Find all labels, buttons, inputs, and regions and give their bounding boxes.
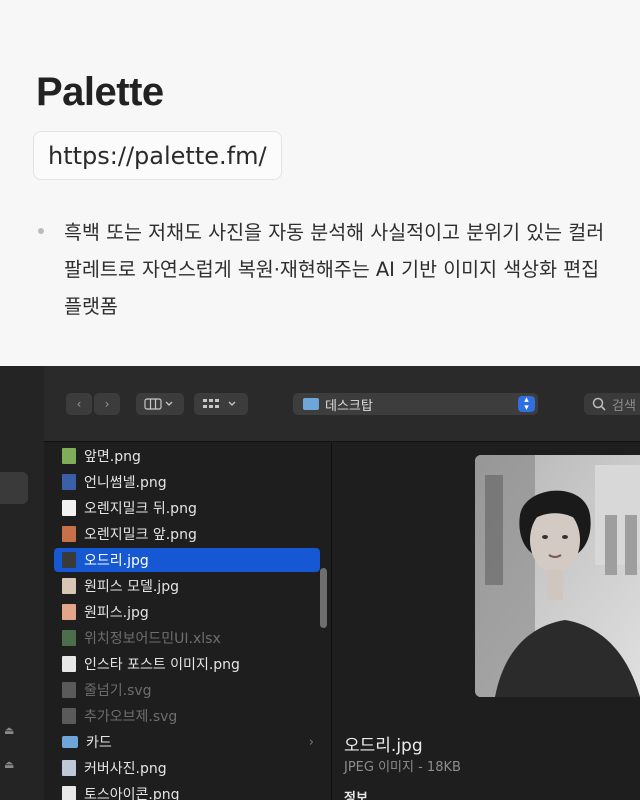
- chevron-right-icon: ›: [104, 397, 110, 411]
- file-row[interactable]: 원피스.jpg: [54, 600, 320, 624]
- preview-info-heading: 정보: [344, 791, 368, 800]
- bullet-icon: [38, 228, 44, 234]
- file-thumbnail-icon: [62, 500, 76, 516]
- file-row[interactable]: 위치정보어드민UI.xlsx: [54, 626, 320, 650]
- file-name: 줄넘기.svg: [84, 683, 152, 699]
- description-bullet: 흑백 또는 저채도 사진을 자동 분석해 사실적이고 분위기 있는 컬러 팔레트…: [38, 214, 608, 325]
- file-row[interactable]: 추가오브제.svg: [54, 704, 320, 728]
- file-thumbnail-icon: [62, 448, 76, 464]
- file-thumbnail-icon: [62, 682, 76, 698]
- file-thumbnail-icon: [62, 708, 76, 724]
- forward-button[interactable]: ›: [94, 393, 120, 415]
- stepper-icon: ▴ ▾: [518, 396, 535, 413]
- page-title: Palette: [36, 70, 164, 114]
- sidebar-selected-item[interactable]: [0, 472, 28, 504]
- eject-icon[interactable]: ⏏: [4, 724, 14, 737]
- preview-pane: 오드리.jpg JPEG 이미지 - 18KB 정보: [332, 443, 640, 800]
- location-label: 데스크탑: [325, 398, 373, 414]
- file-thumbnail-icon: [62, 578, 76, 594]
- file-thumbnail-icon: [62, 552, 76, 568]
- file-name: 위치정보어드민UI.xlsx: [84, 631, 221, 647]
- file-thumbnail-icon: [62, 760, 76, 776]
- file-row[interactable]: 오렌지밀크 뒤.png: [54, 496, 320, 520]
- file-name: 오렌지밀크 앞.png: [84, 527, 197, 543]
- preview-filename: 오드리.jpg: [344, 736, 423, 756]
- scrollbar-thumb[interactable]: [320, 568, 327, 628]
- file-thumbnail-icon: [62, 656, 76, 672]
- file-name: 오드리.jpg: [84, 553, 149, 569]
- back-button[interactable]: ‹: [66, 393, 92, 415]
- search-placeholder: 검색: [612, 398, 636, 414]
- file-row[interactable]: 카드 ›: [54, 730, 320, 754]
- file-name: 인스타 포스트 이미지.png: [84, 657, 240, 673]
- folder-icon: [62, 736, 78, 748]
- finder-window: ⏏ ⏏ ‹ › 데스크탑 ▴ ▾ 검색 앞면.png 언니썸넬.png 오렌지밀…: [0, 366, 640, 800]
- file-list: 앞면.png 언니썸넬.png 오렌지밀크 뒤.png 오렌지밀크 앞.png 오드리.…: [44, 443, 331, 800]
- file-row[interactable]: 토스아이콘.png: [54, 782, 320, 800]
- file-thumbnail-icon: [62, 474, 76, 490]
- file-row[interactable]: 언니썸넬.png: [54, 470, 320, 494]
- file-row[interactable]: 인스타 포스트 이미지.png: [54, 652, 320, 676]
- finder-toolbar: ‹ › 데스크탑 ▴ ▾ 검색: [44, 366, 640, 442]
- file-row[interactable]: 오렌지밀크 앞.png: [54, 522, 320, 546]
- search-field[interactable]: 검색: [584, 393, 640, 415]
- file-row[interactable]: 줄넘기.svg: [54, 678, 320, 702]
- file-thumbnail-icon: [62, 526, 76, 542]
- url-link[interactable]: https://palette.fm/: [33, 131, 282, 180]
- file-name: 커버사진.png: [84, 761, 167, 777]
- description-text: 흑백 또는 저채도 사진을 자동 분석해 사실적이고 분위기 있는 컬러 팔레트…: [64, 221, 605, 318]
- file-row[interactable]: 앞면.png: [54, 444, 320, 468]
- file-name: 원피스.jpg: [84, 605, 149, 621]
- file-row[interactable]: 오드리.jpg: [54, 548, 320, 572]
- eject-icon[interactable]: ⏏: [4, 758, 14, 771]
- description-panel: Palette https://palette.fm/ 흑백 또는 저채도 사진…: [0, 0, 640, 365]
- file-name: 토스아이콘.png: [84, 787, 180, 800]
- file-thumbnail-icon: [62, 604, 76, 620]
- chevron-right-icon: ›: [308, 734, 314, 750]
- view-mode-button[interactable]: [136, 393, 184, 415]
- file-thumbnail-icon: [62, 630, 76, 646]
- location-popup[interactable]: 데스크탑 ▴ ▾: [293, 393, 538, 415]
- file-thumbnail-icon: [62, 786, 76, 800]
- grid-view-icon: [203, 399, 236, 408]
- preview-image: [475, 455, 640, 697]
- chevron-left-icon: ‹: [76, 397, 82, 411]
- group-button[interactable]: [194, 393, 248, 415]
- file-name: 오렌지밀크 뒤.png: [84, 501, 197, 517]
- file-name: 추가오브제.svg: [84, 709, 178, 725]
- finder-sidebar: ⏏ ⏏: [0, 366, 44, 800]
- file-row[interactable]: 커버사진.png: [54, 756, 320, 780]
- column-view-icon: [144, 398, 173, 410]
- search-icon: [592, 397, 606, 411]
- file-name: 카드: [86, 735, 112, 751]
- file-row[interactable]: 원피스 모델.jpg: [54, 574, 320, 598]
- folder-icon: [303, 398, 319, 410]
- file-name: 원피스 모델.jpg: [84, 579, 179, 595]
- file-name: 앞면.png: [84, 449, 141, 465]
- file-name: 언니썸넬.png: [84, 475, 167, 491]
- preview-filetype: JPEG 이미지 - 18KB: [344, 760, 461, 775]
